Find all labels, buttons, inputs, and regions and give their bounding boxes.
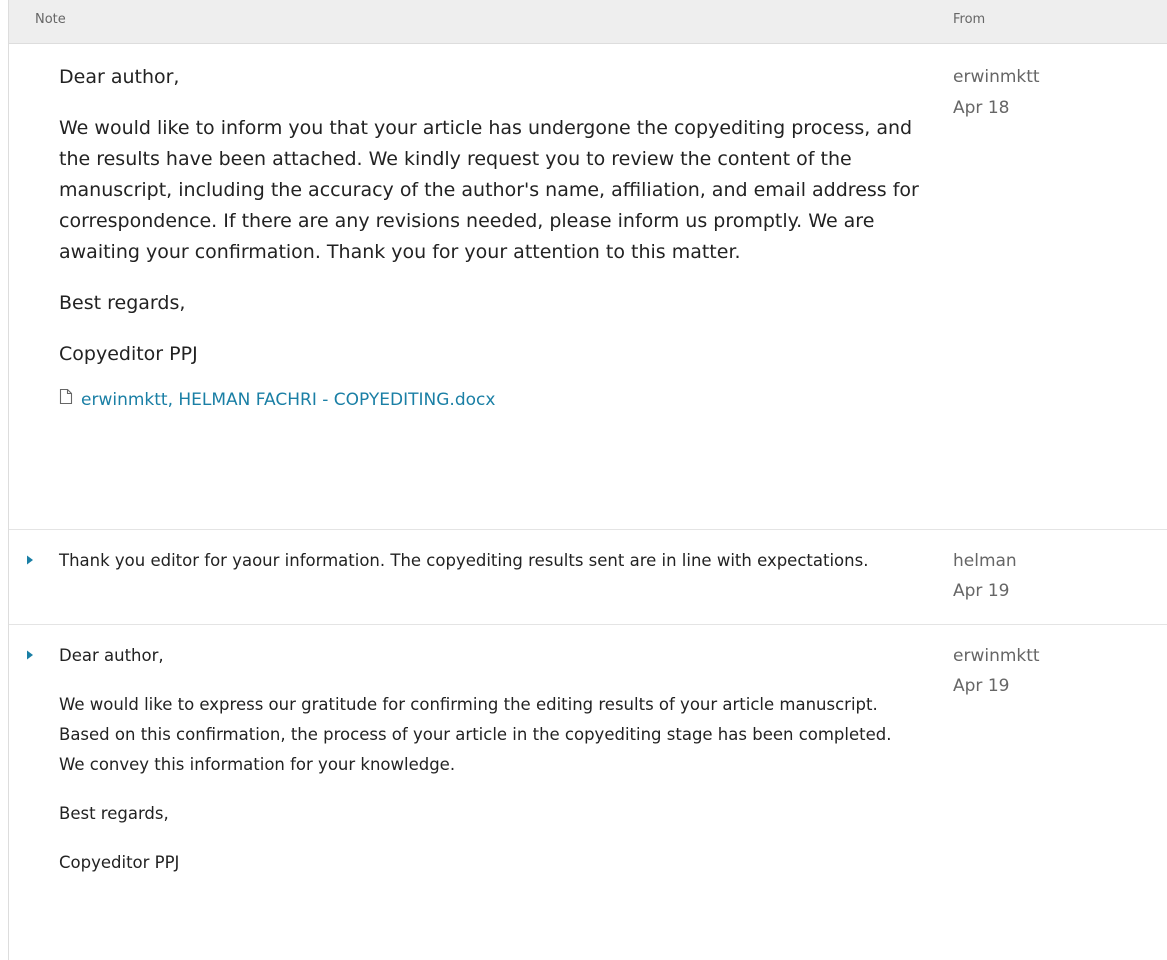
note-date: Apr 18 [953, 98, 1010, 118]
notes-grid-header: Note From [9, 0, 1167, 44]
notes-grid: Note From Dear author, We would like to … [8, 0, 1167, 960]
note-content: Thank you editor for yaour information. … [59, 546, 919, 576]
note-from: helman Apr 19 [953, 546, 1017, 606]
note-column-header: Note [35, 12, 66, 27]
note-paragraph: Dear author, [59, 646, 164, 665]
note-author: helman [953, 551, 1017, 571]
caret-right-icon[interactable] [26, 554, 36, 568]
from-column-header: From [953, 12, 986, 27]
note-paragraph: We would like to inform you that your ar… [59, 117, 919, 263]
note-from: erwinmktt Apr 18 [953, 62, 1040, 124]
note-paragraph: Copyeditor PPJ [59, 343, 198, 365]
note-content: Dear author, We would like to express ou… [59, 641, 919, 897]
note-date: Apr 19 [953, 581, 1010, 601]
caret-right-icon[interactable] [26, 649, 36, 663]
note-row[interactable]: Thank you editor for yaour information. … [9, 530, 1167, 625]
note-content: Dear author, We would like to inform you… [59, 62, 939, 412]
attachment-link[interactable]: erwinmktt, HELMAN FACHRI - COPYEDITING.d… [59, 388, 939, 412]
note-date: Apr 19 [953, 676, 1010, 696]
note-author: erwinmktt [953, 646, 1040, 666]
note-paragraph: Best regards, [59, 292, 186, 314]
note-paragraph: Best regards, [59, 804, 169, 823]
note-row: Dear author, We would like to inform you… [9, 44, 1167, 530]
file-icon [59, 388, 73, 412]
note-paragraph: We would like to express our gratitude f… [59, 695, 892, 774]
note-author: erwinmktt [953, 67, 1040, 87]
note-row[interactable]: Dear author, We would like to express ou… [9, 625, 1167, 960]
note-paragraph: Copyeditor PPJ [59, 853, 180, 872]
note-from: erwinmktt Apr 19 [953, 641, 1040, 701]
note-paragraph: Dear author, [59, 66, 180, 88]
note-paragraph: Thank you editor for yaour information. … [59, 551, 869, 570]
attachment-filename: erwinmktt, HELMAN FACHRI - COPYEDITING.d… [81, 390, 496, 410]
